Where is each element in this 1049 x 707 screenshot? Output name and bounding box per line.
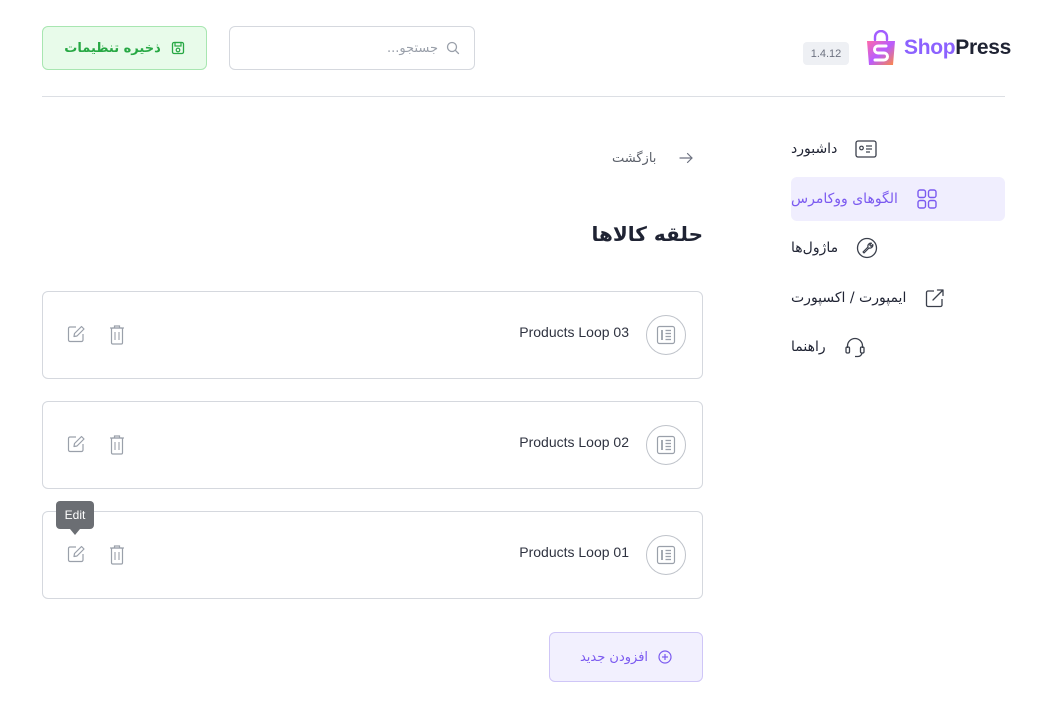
shopping-bag-icon	[864, 29, 898, 66]
sidebar-item-dashboard[interactable]: داشبورد	[791, 127, 1005, 171]
brand-wordmark: ShopPress	[904, 36, 1011, 60]
page-title: حلقه کالاها	[591, 222, 703, 246]
grid-icon	[916, 188, 938, 210]
trash-icon[interactable]	[108, 324, 126, 346]
search-box[interactable]	[229, 26, 475, 70]
elementor-icon	[646, 315, 686, 355]
version-badge: 1.4.12	[803, 42, 849, 65]
sidebar: داشبورد الگوهای ووکامرس ماژول‌ها ایمپورت…	[791, 127, 1005, 375]
search-icon	[446, 41, 460, 55]
edit-icon[interactable]	[66, 544, 86, 564]
elementor-icon	[646, 535, 686, 575]
template-card[interactable]: Products Loop 02	[42, 401, 703, 489]
sidebar-item-label: داشبورد	[791, 141, 838, 157]
wrench-circle-icon	[856, 237, 878, 259]
template-name: Products Loop 01	[519, 544, 629, 560]
sidebar-item-woocommerce-templates[interactable]: الگوهای ووکامرس	[791, 176, 1005, 221]
export-icon	[924, 287, 946, 309]
template-name: Products Loop 03	[519, 324, 629, 340]
sidebar-item-modules[interactable]: ماژول‌ها	[791, 226, 1005, 270]
headset-icon	[844, 336, 866, 358]
template-name: Products Loop 02	[519, 434, 629, 450]
sidebar-item-import-export[interactable]: ایمپورت / اکسپورت	[791, 276, 1005, 320]
save-settings-button[interactable]: ذخیره تنظیمات	[42, 26, 207, 70]
trash-icon[interactable]	[108, 434, 126, 456]
sidebar-item-help[interactable]: راهنما	[791, 325, 1005, 369]
floppy-disk-icon	[171, 41, 185, 55]
back-label: بازگشت	[612, 150, 657, 166]
dashboard-card-icon	[855, 138, 877, 160]
sidebar-item-label: راهنما	[791, 339, 826, 355]
back-link[interactable]: بازگشت	[612, 150, 694, 166]
header-divider	[42, 96, 1005, 97]
brand-shop: Shop	[904, 36, 956, 59]
sidebar-item-label: ایمپورت / اکسپورت	[791, 289, 907, 306]
template-card[interactable]: Products Loop 01	[42, 511, 703, 599]
edit-icon[interactable]	[66, 434, 86, 454]
plus-circle-icon	[658, 650, 672, 664]
sidebar-item-label: الگوهای ووکامرس	[791, 190, 898, 207]
edit-icon[interactable]	[66, 324, 86, 344]
brand-press: Press	[955, 36, 1012, 59]
shoppress-logo[interactable]: ShopPress	[864, 29, 1011, 67]
add-new-label: افزودن جدید	[579, 649, 649, 665]
arrow-right-icon	[678, 150, 694, 166]
sidebar-item-label: ماژول‌ها	[791, 240, 839, 256]
template-card[interactable]: Products Loop 03	[42, 291, 703, 379]
add-new-button[interactable]: افزودن جدید	[549, 632, 703, 682]
trash-icon[interactable]	[108, 544, 126, 566]
edit-tooltip: Edit	[56, 501, 94, 535]
elementor-icon	[646, 425, 686, 465]
save-settings-label: ذخیره تنظیمات	[64, 40, 161, 56]
search-input[interactable]	[258, 40, 438, 56]
